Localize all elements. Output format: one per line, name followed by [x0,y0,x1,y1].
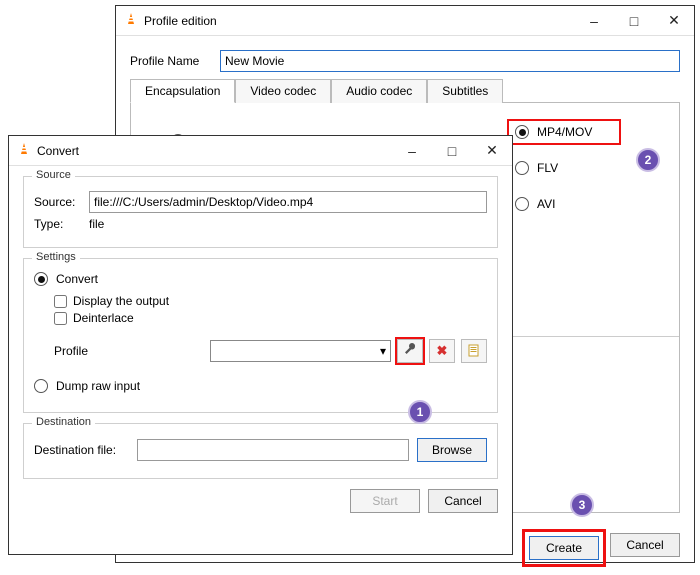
tab-subtitles[interactable]: Subtitles [427,79,503,103]
source-label: Source: [34,195,89,209]
dump-raw-label: Dump raw input [56,379,140,393]
profile-cancel-button[interactable]: Cancel [610,533,680,557]
wrench-icon [403,343,417,360]
convert-minimize-button[interactable]: – [392,137,432,165]
convert-title: Convert [37,144,392,158]
source-legend: Source [32,169,75,181]
profile-dropdown[interactable]: ▾ [210,340,391,362]
tab-video-codec[interactable]: Video codec [235,79,331,103]
browse-button[interactable]: Browse [417,438,487,462]
new-profile-button[interactable] [461,339,487,363]
edit-profile-button[interactable] [397,339,423,363]
new-doc-icon [467,343,481,360]
x-red-icon: ✖ [437,343,448,359]
minimize-button[interactable]: – [574,7,614,35]
vlc-cone-icon [17,142,31,159]
create-button[interactable]: Create [529,536,599,560]
convert-body: Source Source: Type: file Settings Conve… [9,166,512,523]
vlc-cone-icon [124,12,138,29]
convert-titlebar: Convert – □ ✕ [9,136,512,166]
convert-window: Convert – □ ✕ Source Source: Type: file … [8,135,513,555]
tab-audio-codec[interactable]: Audio codec [331,79,427,103]
convert-maximize-button[interactable]: □ [432,137,472,165]
type-label: Type: [34,217,89,231]
maximize-button[interactable]: □ [614,7,654,35]
format-flv-label: FLV [537,161,558,175]
profile-titlebar: Profile edition – □ ✕ [116,6,694,36]
profile-label: Profile [54,344,204,358]
badge-2: 2 [636,148,660,172]
profile-name-label: Profile Name [130,54,220,68]
delete-profile-button[interactable]: ✖ [429,339,455,363]
convert-cancel-button[interactable]: Cancel [428,489,498,513]
format-avi-label: AVI [537,197,555,211]
chevron-down-icon: ▾ [380,344,386,358]
display-output-checkbox[interactable]: Display the output [54,294,487,308]
destination-file-label: Destination file: [34,443,129,457]
tab-encapsulation[interactable]: Encapsulation [130,79,235,103]
profile-name-input[interactable] [220,50,680,72]
convert-radio-label: Convert [56,272,98,286]
format-flv-radio[interactable]: FLV [509,157,649,179]
badge-3: 3 [570,493,594,517]
destination-legend: Destination [32,416,95,428]
profile-tabs: Encapsulation Video codec Audio codec Su… [130,78,680,103]
convert-close-button[interactable]: ✕ [472,137,512,165]
start-button[interactable]: Start [350,489,420,513]
source-group: Source Source: Type: file [23,176,498,248]
destination-group: Destination Destination file: Browse [23,423,498,479]
display-output-label: Display the output [73,294,169,308]
destination-file-input[interactable] [137,439,409,461]
dump-raw-radio[interactable]: Dump raw input [34,379,487,393]
type-value: file [89,217,104,231]
format-mp4mov-radio[interactable]: MP4/MOV [509,121,619,143]
profile-title: Profile edition [144,14,574,28]
convert-radio[interactable]: Convert [34,272,487,286]
source-input[interactable] [89,191,487,213]
format-mp4mov-label: MP4/MOV [537,125,592,139]
deinterlace-checkbox[interactable]: Deinterlace [54,311,487,325]
badge-1: 1 [408,400,432,424]
format-avi-radio[interactable]: AVI [509,193,649,215]
settings-group: Settings Convert Display the output Dein… [23,258,498,413]
deinterlace-label: Deinterlace [73,311,134,325]
close-button[interactable]: ✕ [654,7,694,35]
settings-legend: Settings [32,251,80,263]
